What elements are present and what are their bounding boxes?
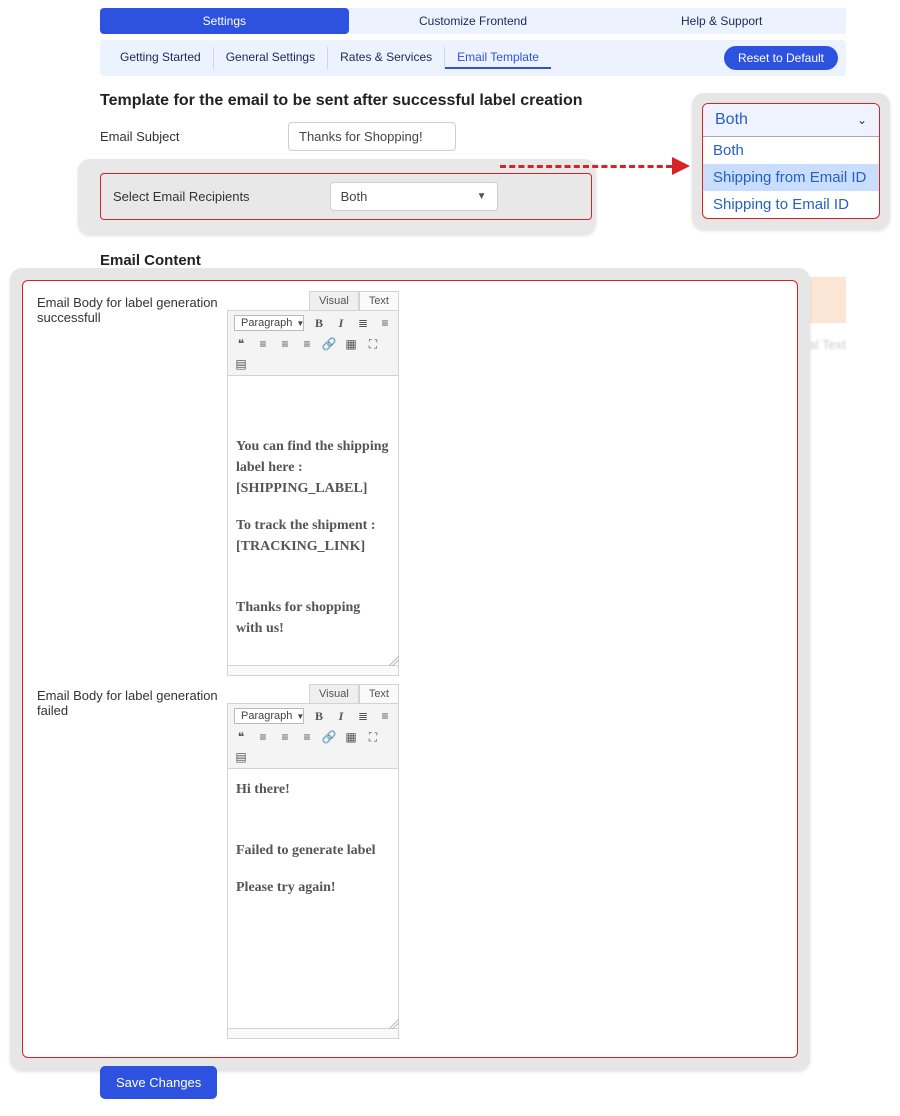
align-right-icon[interactable]: ≡ bbox=[300, 730, 314, 744]
align-center-icon[interactable]: ≡ bbox=[278, 337, 292, 351]
editor1-toolbar: Paragraph▼ B I ≣ ≡ ❝ ≡ ≡ ≡ 🔗 ▦ ⛶ ▤ bbox=[227, 310, 399, 376]
email-subject-input[interactable] bbox=[288, 122, 456, 151]
editor2: Visual Text Paragraph▼ B I ≣ ≡ ❝ ≡ ≡ ≡ 🔗 bbox=[227, 684, 399, 1039]
dropdown-option-shipping-to[interactable]: Shipping to Email ID bbox=[703, 191, 879, 218]
editor1-tab-visual[interactable]: Visual bbox=[309, 291, 359, 310]
dropdown-option-shipping-from[interactable]: Shipping from Email ID bbox=[703, 164, 879, 191]
paragraph-select[interactable]: Paragraph▼ bbox=[234, 708, 304, 724]
chevron-down-icon: ⌄ bbox=[857, 113, 867, 127]
recipients-label: Select Email Recipients bbox=[113, 189, 250, 204]
top-tab-customize[interactable]: Customize Frontend bbox=[349, 8, 598, 34]
italic-icon[interactable]: I bbox=[334, 316, 348, 330]
paragraph-select[interactable]: Paragraph▼ bbox=[234, 315, 304, 331]
top-tab-settings[interactable]: Settings bbox=[100, 8, 349, 34]
align-right-icon[interactable]: ≡ bbox=[300, 337, 314, 351]
numbered-list-icon[interactable]: ≡ bbox=[378, 709, 392, 723]
email-subject-label: Email Subject bbox=[100, 129, 288, 144]
insert-icon[interactable]: ▦ bbox=[344, 337, 358, 351]
editor2-tab-visual[interactable]: Visual bbox=[309, 684, 359, 703]
subtab-general-settings[interactable]: General Settings bbox=[214, 47, 328, 69]
editor2-toolbar: Paragraph▼ B I ≣ ≡ ❝ ≡ ≡ ≡ 🔗 ▦ ⛶ ▤ bbox=[227, 703, 399, 769]
fullscreen-icon[interactable]: ⛶ bbox=[366, 337, 380, 351]
editor1-tab-text[interactable]: Text bbox=[359, 291, 399, 310]
editor1-body[interactable]: You can find the shipping label here : [… bbox=[227, 376, 399, 666]
sub-tabs-row: Getting Started General Settings Rates &… bbox=[100, 40, 846, 76]
align-left-icon[interactable]: ≡ bbox=[256, 337, 270, 351]
align-left-icon[interactable]: ≡ bbox=[256, 730, 270, 744]
dropdown-option-both[interactable]: Both bbox=[703, 137, 879, 164]
insert-icon[interactable]: ▦ bbox=[344, 730, 358, 744]
bullet-list-icon[interactable]: ≣ bbox=[356, 316, 370, 330]
bold-icon[interactable]: B bbox=[312, 709, 326, 723]
subtab-getting-started[interactable]: Getting Started bbox=[108, 47, 214, 69]
bullet-list-icon[interactable]: ≣ bbox=[356, 709, 370, 723]
top-tabs: Settings Customize Frontend Help & Suppo… bbox=[100, 8, 846, 34]
editor1-label: Email Body for label generation successf… bbox=[37, 291, 227, 325]
save-changes-button[interactable]: Save Changes bbox=[100, 1066, 217, 1099]
editor1: Visual Text Paragraph▼ B I ≣ ≡ ❝ ≡ ≡ ≡ 🔗 bbox=[227, 291, 399, 676]
link-icon[interactable]: 🔗 bbox=[322, 730, 336, 744]
top-tab-help[interactable]: Help & Support bbox=[597, 8, 846, 34]
resize-handle-icon[interactable] bbox=[387, 654, 399, 666]
link-icon[interactable]: 🔗 bbox=[322, 337, 336, 351]
subtab-rates-services[interactable]: Rates & Services bbox=[328, 47, 445, 69]
editor2-statusbar bbox=[227, 1029, 399, 1039]
editor2-body[interactable]: Hi there! Failed to generate label Pleas… bbox=[227, 769, 399, 1029]
editor1-statusbar bbox=[227, 666, 399, 676]
quote-icon[interactable]: ❝ bbox=[234, 730, 248, 744]
align-center-icon[interactable]: ≡ bbox=[278, 730, 292, 744]
email-content-heading: Email Content bbox=[100, 252, 846, 269]
numbered-list-icon[interactable]: ≡ bbox=[378, 316, 392, 330]
editor2-label: Email Body for label generation failed bbox=[37, 684, 227, 718]
quote-icon[interactable]: ❝ bbox=[234, 337, 248, 351]
editor2-tab-text[interactable]: Text bbox=[359, 684, 399, 703]
italic-icon[interactable]: I bbox=[334, 709, 348, 723]
recipients-select[interactable]: Both ▼ bbox=[330, 182, 498, 211]
dropdown-selected[interactable]: Both ⌄ bbox=[703, 104, 879, 137]
chevron-down-icon: ▼ bbox=[477, 191, 487, 202]
fullscreen-icon[interactable]: ⛶ bbox=[366, 730, 380, 744]
reset-to-default-button[interactable]: Reset to Default bbox=[724, 46, 838, 70]
recipients-select-value: Both bbox=[341, 189, 368, 204]
resize-handle-icon[interactable] bbox=[387, 1017, 399, 1029]
toolbar-toggle-icon[interactable]: ▤ bbox=[234, 750, 248, 764]
editors-highlight-panel: Email Body for label generation successf… bbox=[10, 268, 810, 1070]
bold-icon[interactable]: B bbox=[312, 316, 326, 330]
toolbar-toggle-icon[interactable]: ▤ bbox=[234, 357, 248, 371]
subtab-email-template[interactable]: Email Template bbox=[445, 47, 551, 69]
dropdown-callout: Both ⌄ Both Shipping from Email ID Shipp… bbox=[692, 93, 890, 229]
recipients-highlight-panel: Select Email Recipients Both ▼ bbox=[78, 159, 596, 234]
